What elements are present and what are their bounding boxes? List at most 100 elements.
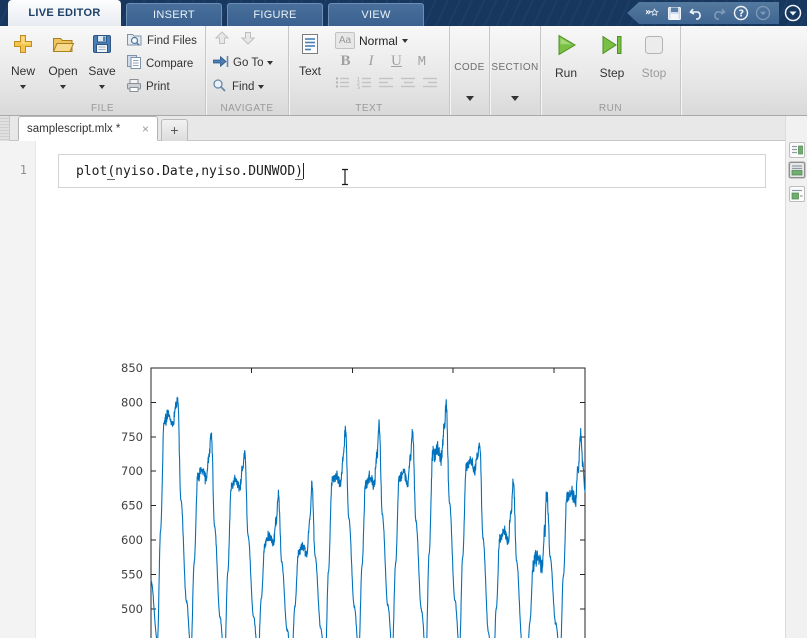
run-button[interactable]: Run [547, 32, 585, 80]
find-files-icon [126, 32, 143, 50]
hide-code-button[interactable] [789, 186, 805, 202]
numbered-list-icon[interactable]: 123 [357, 76, 372, 94]
group-label-run: RUN [541, 103, 680, 114]
undo-icon[interactable] [687, 4, 706, 22]
text-list-row: 123 [335, 76, 438, 94]
matlab-live-editor-window: LIVE EDITOR INSERT FIGURE VIEW » ? [0, 0, 807, 638]
open-button-label: Open [44, 64, 82, 78]
stop-button[interactable]: Stop [637, 32, 671, 80]
stop-icon [641, 45, 667, 62]
print-label: Print [146, 81, 170, 93]
text-caret [303, 163, 304, 179]
svg-text:?: ? [738, 9, 744, 20]
group-label-text: TEXT [289, 103, 449, 114]
bold-button[interactable]: B [335, 53, 356, 70]
svg-text:550: 550 [121, 567, 143, 581]
window-chevron-down-icon[interactable] [784, 4, 802, 22]
chevron-down-icon [267, 61, 273, 65]
shortcuts-icon[interactable]: » [643, 4, 662, 22]
new-button[interactable]: New [4, 32, 42, 96]
ribbon-tab-live-editor[interactable]: LIVE EDITOR [8, 0, 121, 26]
document-tab-title: samplescript.mlx * [27, 123, 120, 135]
compare-button[interactable]: Compare [126, 55, 193, 72]
code-group-label: CODE [450, 62, 489, 73]
monospace-button[interactable]: M [411, 54, 432, 70]
chevron-down-icon [20, 85, 26, 89]
output-inline-button[interactable] [789, 162, 805, 178]
new-tab-button[interactable]: + [161, 119, 188, 141]
ribbon-group-text: Text Aa Normal B I U M 123 TEXT [289, 26, 450, 115]
code-text: plot [76, 164, 107, 179]
arrow-up-icon[interactable] [214, 30, 230, 49]
text-doc-icon [298, 43, 322, 60]
chevron-down-icon[interactable] [466, 96, 474, 101]
hide-code-icon [791, 188, 803, 200]
chevron-down-icon[interactable] [511, 96, 519, 101]
ribbon-tab-view[interactable]: VIEW [328, 3, 424, 26]
document-tab-active[interactable]: samplescript.mlx * × [18, 116, 158, 141]
ribbon-group-code[interactable]: CODE [450, 26, 490, 115]
ribbon-group-navigate: Go To Find NAVIGATE [206, 26, 289, 115]
svg-text:»: » [645, 7, 651, 18]
aa-icon: Aa [335, 32, 355, 49]
align-left-icon[interactable] [379, 76, 394, 94]
align-right-icon[interactable] [423, 76, 438, 94]
svg-text:850: 850 [121, 361, 143, 375]
compare-label: Compare [146, 58, 193, 70]
qat-chevron-down-icon[interactable] [753, 4, 772, 22]
navigate-arrows [214, 31, 256, 48]
svg-text:650: 650 [121, 499, 143, 513]
arrow-down-icon[interactable] [240, 30, 256, 49]
go-to-label: Go To [233, 57, 263, 69]
chevron-down-icon [60, 85, 66, 89]
run-icon [553, 45, 579, 62]
step-button[interactable]: Step [593, 32, 631, 80]
compare-icon [126, 54, 142, 73]
open-button[interactable]: Open [44, 32, 82, 96]
ribbon-tab-insert[interactable]: INSERT [126, 3, 222, 26]
go-to-button[interactable]: Go To [212, 54, 273, 71]
align-center-icon[interactable] [401, 76, 416, 94]
bulleted-list-icon[interactable] [335, 76, 350, 94]
find-files-button[interactable]: Find Files [126, 32, 197, 49]
text-format-row: B I U M [335, 52, 432, 70]
print-button[interactable]: Print [126, 78, 170, 95]
group-label-file: FILE [0, 103, 205, 114]
run-button-label: Run [547, 66, 585, 80]
svg-text:750: 750 [121, 430, 143, 444]
text-button[interactable]: Text [292, 32, 328, 78]
save-floppy-icon [90, 43, 114, 60]
underline-button[interactable]: U [386, 53, 407, 70]
svg-text:600: 600 [121, 533, 143, 547]
ribbon-tab-figure[interactable]: FIGURE [227, 3, 323, 26]
text-style-select[interactable]: Aa Normal [335, 32, 408, 49]
find-files-label: Find Files [147, 35, 197, 47]
save-button[interactable]: Save [84, 32, 120, 96]
italic-button[interactable]: I [360, 53, 381, 70]
chevron-down-icon [99, 85, 105, 89]
ribbon-group-run: Run Step Stop RUN [541, 26, 681, 115]
output-on-right-button[interactable] [789, 142, 805, 158]
find-button[interactable]: Find [212, 78, 264, 95]
help-icon[interactable]: ? [731, 4, 750, 22]
code-line-box[interactable]: plot(nyiso.Date,nyiso.DUNWOD) [58, 154, 766, 188]
output-on-right-icon [791, 144, 803, 156]
output-inline-icon [791, 164, 803, 176]
redo-icon[interactable] [709, 4, 728, 22]
close-icon[interactable]: × [142, 122, 149, 136]
line-chart: 350400450500550600650700750800850Oct 01O… [100, 356, 620, 638]
code-line[interactable]: plot(nyiso.Date,nyiso.DUNWOD) [76, 163, 304, 179]
ribbon-group-section[interactable]: SECTION [490, 26, 541, 115]
svg-text:700: 700 [121, 464, 143, 478]
chevron-down-icon [258, 85, 264, 89]
save-icon[interactable] [665, 4, 684, 22]
code-text: nyiso.Date,nyiso.DUNWOD [115, 164, 295, 179]
panel-grip[interactable] [0, 116, 10, 141]
step-icon [599, 45, 625, 62]
svg-text:3: 3 [357, 85, 360, 89]
group-label-navigate: NAVIGATE [206, 103, 288, 114]
ribbon-group-file: New Open Save Find F [0, 26, 206, 115]
chevron-down-icon [402, 39, 408, 43]
figure-output[interactable]: 350400450500550600650700750800850Oct 01O… [100, 356, 620, 638]
text-button-label: Text [292, 64, 328, 78]
